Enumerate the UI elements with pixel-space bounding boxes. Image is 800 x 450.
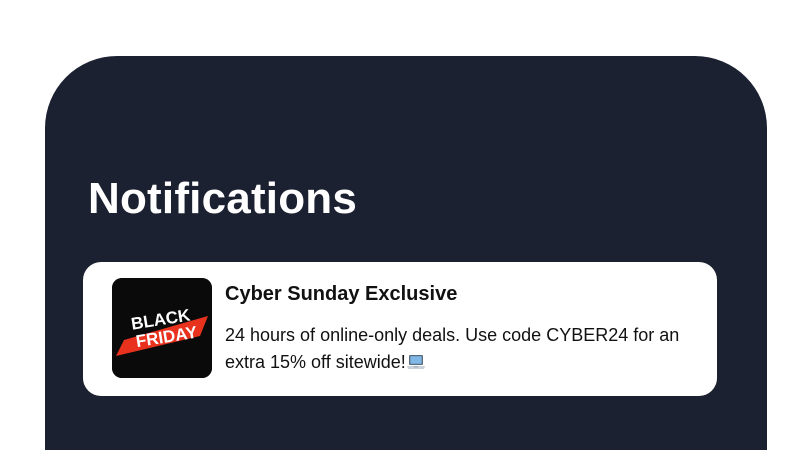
- notification-body-container: 24 hours of online-only deals. Use code …: [225, 322, 703, 376]
- notification-card[interactable]: BLACK FRIDAY Cyber Sunday Exclusive 24 h…: [83, 262, 717, 396]
- notification-body: 24 hours of online-only deals. Use code …: [225, 325, 680, 372]
- notifications-panel: Notifications BLACK FRIDAY Cyber Sunday …: [45, 56, 767, 450]
- laptop-icon: [406, 355, 425, 369]
- black-friday-badge-icon: BLACK FRIDAY: [112, 278, 212, 378]
- page-title: Notifications: [88, 174, 358, 223]
- notification-thumbnail: BLACK FRIDAY: [112, 278, 212, 378]
- notification-title: Cyber Sunday Exclusive: [225, 283, 458, 305]
